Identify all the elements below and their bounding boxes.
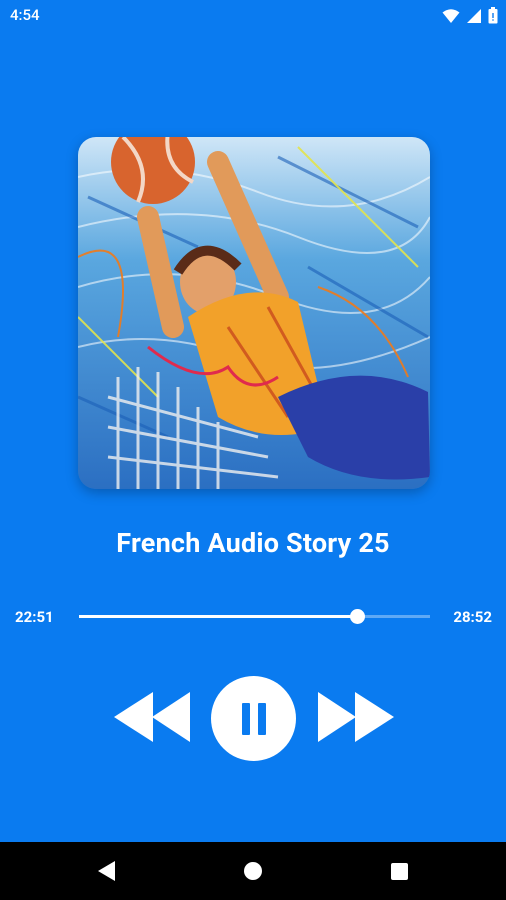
total-time: 28:52 [453, 608, 492, 626]
back-icon[interactable] [98, 861, 116, 881]
elapsed-time: 22:51 [15, 608, 54, 626]
pause-button[interactable] [211, 676, 296, 761]
fast-forward-icon [318, 692, 394, 742]
signal-icon [467, 8, 481, 23]
fast-forward-button[interactable] [316, 692, 394, 742]
album-art-image [78, 137, 430, 489]
recents-icon[interactable] [391, 863, 408, 880]
album-art [78, 137, 430, 489]
status-icons [442, 7, 498, 24]
home-icon[interactable] [244, 862, 262, 880]
battery-icon [488, 7, 498, 24]
navigation-bar [0, 842, 506, 900]
seek-bar-thumb[interactable] [350, 609, 366, 624]
track-title: French Audio Story 25 [116, 527, 390, 559]
seek-bar[interactable] [79, 609, 430, 624]
status-time: 4:54 [10, 6, 40, 24]
pause-icon [241, 702, 266, 735]
wifi-icon [442, 8, 460, 23]
rewind-icon [114, 692, 190, 742]
rewind-button[interactable] [114, 692, 192, 742]
status-bar: 4:54 [0, 0, 506, 32]
seek-bar-progress [79, 615, 358, 618]
